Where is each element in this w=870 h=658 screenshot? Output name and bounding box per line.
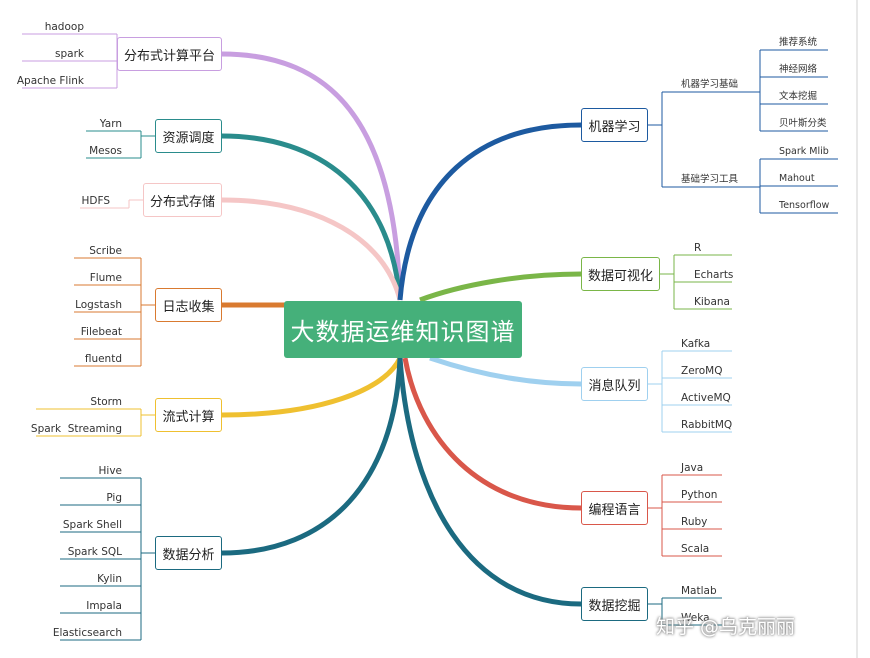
leaf-r: R [694, 242, 702, 254]
leaf-rabbitmq: RabbitMQ [681, 419, 733, 431]
leaf-scribe: Scribe [89, 245, 122, 257]
branch-machine-learning: 机器学习 [581, 108, 648, 142]
connector-message-queue [429, 355, 582, 387]
branch-programming-language: 编程语言 [581, 491, 648, 525]
leaf-matlab: Matlab [681, 585, 717, 597]
leaf-activemq: ActiveMQ [681, 392, 731, 404]
leaf-hive: Hive [98, 465, 123, 477]
leaf-kibana: Kibana [694, 296, 730, 308]
leaf-scala: Scala [681, 543, 710, 555]
branch-stream-compute: 流式计算 [155, 398, 222, 432]
bracket-ds-stem [128, 199, 143, 208]
leaf-logstash: Logstash [75, 299, 122, 311]
connector-data-visualization [419, 271, 582, 303]
zhihu-watermark: 知乎 @乌克丽丽 [656, 616, 796, 638]
leaf-recommendation-system: 推荐系统 [779, 37, 818, 48]
leaf-yarn: Yarn [99, 118, 122, 130]
leaf-kafka: Kafka [681, 338, 711, 350]
leaf-echarts: Echarts [694, 269, 734, 281]
sub-ml-tools: 基础学习工具 [681, 174, 739, 185]
bracket-ml-tools [745, 159, 761, 213]
sub-ml-basics: 机器学习基础 [681, 79, 739, 90]
branch-message-queue: 消息队列 [581, 367, 648, 401]
leaf-storm: Storm [90, 396, 122, 408]
leaf-mahout: Mahout [779, 173, 815, 184]
branch-resource-scheduling: 资源调度 [155, 119, 222, 153]
leaf-bayes-classification: 贝叶斯分类 [779, 118, 827, 129]
leaf-filebeat: Filebeat [80, 326, 122, 338]
leaf-spark-shell: Spark Shell [62, 519, 122, 531]
leaf-tensorflow: Tensorflow [779, 200, 830, 211]
leaf-java: Java [681, 462, 704, 474]
leaf-flume: Flume [89, 272, 122, 284]
leaf-ruby: Ruby [681, 516, 708, 528]
leaf-pig: Pig [106, 492, 122, 504]
leaf-spark-sql: Spark SQL [67, 546, 122, 558]
central-node: 大数据运维知识图谱 [284, 301, 522, 358]
bracket-ml-basics [745, 50, 761, 131]
branch-data-visualization: 数据可视化 [581, 257, 660, 291]
leaf-spark: spark [55, 48, 84, 60]
branch-data-analysis: 数据分析 [155, 536, 222, 570]
leaf-hadoop: hadoop [44, 21, 84, 33]
connector-distributed-compute [221, 51, 403, 301]
branch-log-collection: 日志收集 [155, 288, 222, 322]
leaf-neural-network: 神经网络 [779, 64, 818, 75]
connector-stream-compute [221, 356, 403, 418]
right-edge-line [856, 0, 858, 658]
connector-data-mining [397, 357, 582, 607]
leaf-elasticsearch: Elasticsearch [52, 627, 122, 639]
leaf-hdfs: HDFS [81, 195, 110, 207]
branch-distributed-storage: 分布式存储 [143, 183, 222, 217]
leaf-spark-mlib: Spark Mlib [779, 146, 829, 157]
leaf-text-mining: 文本挖掘 [779, 91, 818, 102]
leaf-zeromq: ZeroMQ [681, 365, 723, 377]
leaf-fluentd: fluentd [84, 353, 122, 365]
bracket-ml-spine [648, 92, 663, 187]
connector-programming-language [402, 357, 582, 511]
branch-data-mining: 数据挖掘 [581, 587, 648, 621]
branch-distributed-compute: 分布式计算平台 [117, 37, 222, 71]
leaf-impala: Impala [86, 600, 122, 612]
leaf-spark-streaming: Spark Streaming [30, 423, 122, 435]
leaf-apache-flink: Apache Flink [16, 75, 84, 87]
leaf-python: Python [681, 489, 718, 501]
leaf-kylin: Kylin [97, 573, 122, 585]
leaf-mesos: Mesos [89, 145, 122, 157]
mindmap-canvas: 大数据运维知识图谱 分布式计算平台 资源调度 分布式存储 日志收集 流式计算 数… [0, 0, 870, 658]
connector-resource-scheduling [221, 133, 403, 301]
